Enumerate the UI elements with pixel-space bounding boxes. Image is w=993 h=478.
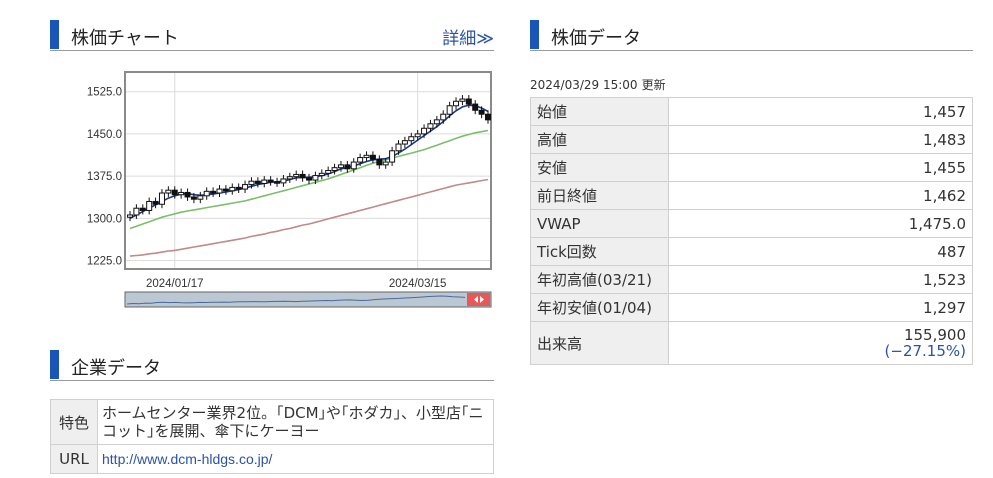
feature-text: ホームセンター業界2位。｢DCM｣や｢ホダカ｣、小型店｢ニコット｣を展開、傘下に…	[97, 399, 494, 445]
company-section-title: 企業データ	[71, 358, 161, 379]
row-value: 1,455	[668, 153, 973, 182]
row-value: 1,462	[668, 181, 973, 210]
update-timestamp: 2024/03/29 15:00 更新	[530, 76, 670, 93]
row-label: 年初安値(01/04)	[530, 293, 669, 322]
row-label: VWAP	[530, 209, 669, 238]
table-row: Tick回数 487	[530, 237, 973, 266]
row-label: 高値	[530, 125, 669, 154]
y-tick-label: 1225.0	[87, 256, 122, 268]
row-label: Tick回数	[530, 237, 669, 266]
row-value: 487	[668, 237, 973, 266]
section-accent-bar	[50, 20, 59, 49]
row-label: 出来高	[530, 321, 669, 365]
row-value: 1,475.0	[668, 209, 973, 238]
table-row: 高値 1,483	[530, 125, 973, 154]
url-cell: http://www.dcm-hldgs.co.jp/	[97, 444, 494, 474]
row-value: 1,457	[668, 97, 973, 126]
y-tick-label: 1375.0	[87, 171, 122, 183]
row-label: 安値	[530, 153, 669, 182]
timestamp-value: 2024/03/29 15:00	[530, 78, 638, 92]
updated-label: 更新	[641, 78, 666, 92]
row-value: 1,523	[668, 265, 973, 294]
row-value-volume: 155,900 (−27.15%)	[668, 321, 973, 365]
data-section-header: 株価データ	[530, 20, 973, 51]
table-row: 安値 1,455	[530, 153, 973, 182]
row-label: 年初高値(03/21)	[530, 265, 669, 294]
chart-section-title: 株価チャート	[71, 28, 179, 49]
y-tick-label: 1300.0	[87, 213, 122, 225]
row-label: 前日終値	[530, 181, 669, 210]
url-label: URL	[50, 444, 98, 474]
table-row: VWAP 1,475.0	[530, 209, 973, 238]
company-section-header: 企業データ	[50, 350, 494, 381]
y-tick-label: 1525.0	[87, 87, 122, 99]
company-data-table: 特色 ホームセンター業界2位。｢DCM｣や｢ホダカ｣、小型店｢ニコット｣を展開、…	[50, 399, 494, 474]
row-value: 1,483	[668, 125, 973, 154]
chart-navigator[interactable]	[124, 291, 492, 308]
navigator-handle[interactable]	[467, 293, 490, 306]
y-tick-label: 1450.0	[87, 129, 122, 141]
x-tick-label: 2024/03/15	[389, 278, 447, 290]
row-value: 1,297	[668, 293, 973, 322]
table-row: 特色 ホームセンター業界2位。｢DCM｣や｢ホダカ｣、小型店｢ニコット｣を展開、…	[50, 399, 494, 445]
plot-frame	[124, 71, 492, 270]
table-row: 年初安値(01/04) 1,297	[530, 293, 973, 322]
stock-chart[interactable]: 1525.0 1450.0 1375.0 1300.0 1225.0 2024/01/1…	[50, 62, 495, 312]
chart-section-header: 株価チャート 詳細≫	[50, 20, 494, 51]
section-accent-bar	[50, 350, 59, 379]
x-tick-label: 2024/01/17	[146, 278, 204, 290]
section-accent-bar	[530, 20, 539, 49]
stock-chart-svg: 1525.0 1450.0 1375.0 1300.0 1225.0 2024/01/1…	[87, 71, 492, 308]
feature-label: 特色	[50, 399, 98, 445]
data-section-title: 株価データ	[551, 28, 641, 49]
chart-detail-link[interactable]: 詳細≫	[442, 24, 494, 49]
table-row: 年初高値(03/21) 1,523	[530, 265, 973, 294]
table-row: URL http://www.dcm-hldgs.co.jp/	[50, 444, 494, 474]
stock-data-table: 始値 1,457 高値 1,483 安値 1,455 前日終値 1,462 VWAP 1,…	[530, 97, 973, 365]
volume-value: 155,900	[903, 326, 966, 344]
company-url-link[interactable]: http://www.dcm-hldgs.co.jp/	[102, 451, 272, 467]
table-row: 出来高 155,900 (−27.15%)	[530, 321, 973, 365]
row-label: 始値	[530, 97, 669, 126]
table-row: 始値 1,457	[530, 97, 973, 126]
table-row: 前日終値 1,462	[530, 181, 973, 210]
volume-change: (−27.15%)	[884, 342, 966, 360]
